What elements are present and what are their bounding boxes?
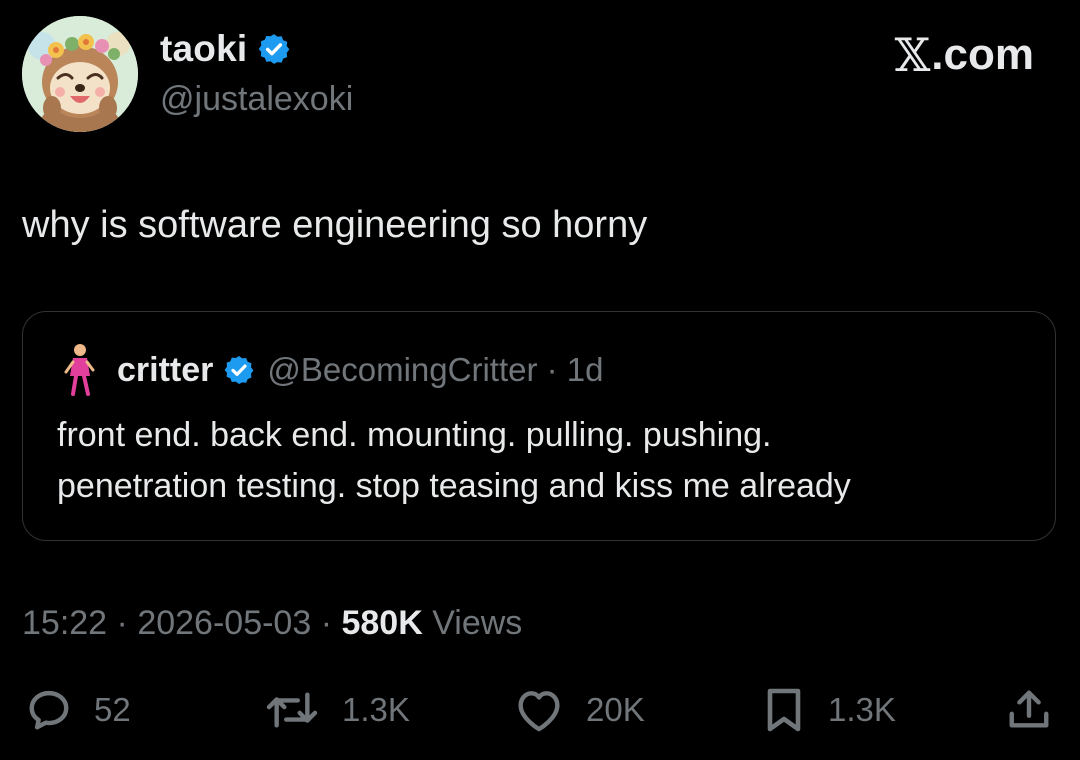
brand-suffix: .com xyxy=(931,30,1034,79)
author-name-row[interactable]: taoki xyxy=(160,28,291,70)
x-logo-glyph: 𝕏 xyxy=(894,28,931,82)
meta-separator: · xyxy=(320,604,333,642)
verified-badge-icon xyxy=(257,32,291,66)
bookmark-count: 1.3K xyxy=(828,691,896,728)
quote-text-line: front end. back end. mounting. pulling. … xyxy=(57,416,772,454)
bookmark-icon xyxy=(762,686,806,734)
tweet-date[interactable]: 2026-05-03 xyxy=(137,604,311,642)
share-button[interactable] xyxy=(1006,686,1052,734)
tweet-text: why is software engineering so horny xyxy=(22,204,648,246)
tweet-time[interactable]: 15:22 xyxy=(22,604,107,642)
views-label: Views xyxy=(432,604,523,642)
quote-tweet-card[interactable]: critter @BecomingCritter · 1d front end.… xyxy=(22,311,1056,541)
views-count: 580K xyxy=(341,604,423,642)
quote-text: front end. back end. mounting. pulling. … xyxy=(57,410,1037,512)
quote-header: critter @BecomingCritter · 1d xyxy=(63,342,603,398)
quote-verified-badge-icon xyxy=(223,354,255,386)
repost-count: 1.3K xyxy=(342,691,410,728)
bookmark-button[interactable]: 1.3K xyxy=(762,686,896,734)
meta-separator: · xyxy=(116,604,128,642)
tweet-meta: 15:22 · 2026-05-03 · 580K Views xyxy=(22,604,522,643)
quote-author-name[interactable]: critter xyxy=(117,351,213,390)
x-com-logo: 𝕏 .com xyxy=(895,28,1034,82)
like-count: 20K xyxy=(586,691,645,728)
quote-author-avatar[interactable] xyxy=(63,342,97,398)
quote-text-line: penetration testing. stop teasing and ki… xyxy=(57,467,851,505)
reply-count: 52 xyxy=(94,691,131,728)
author-display-name[interactable]: taoki xyxy=(160,28,247,70)
reply-button[interactable]: 52 xyxy=(26,686,131,734)
repost-icon xyxy=(264,687,320,733)
share-icon xyxy=(1006,686,1052,734)
repost-button[interactable]: 1.3K xyxy=(264,686,410,734)
author-avatar[interactable] xyxy=(22,16,138,132)
like-icon xyxy=(514,687,564,733)
quote-handle-and-time[interactable]: @BecomingCritter · 1d xyxy=(267,351,603,389)
reply-icon xyxy=(26,687,72,733)
like-button[interactable]: 20K xyxy=(514,686,645,734)
author-handle[interactable]: @justalexoki xyxy=(160,80,353,119)
avatar-illustration xyxy=(22,16,138,132)
